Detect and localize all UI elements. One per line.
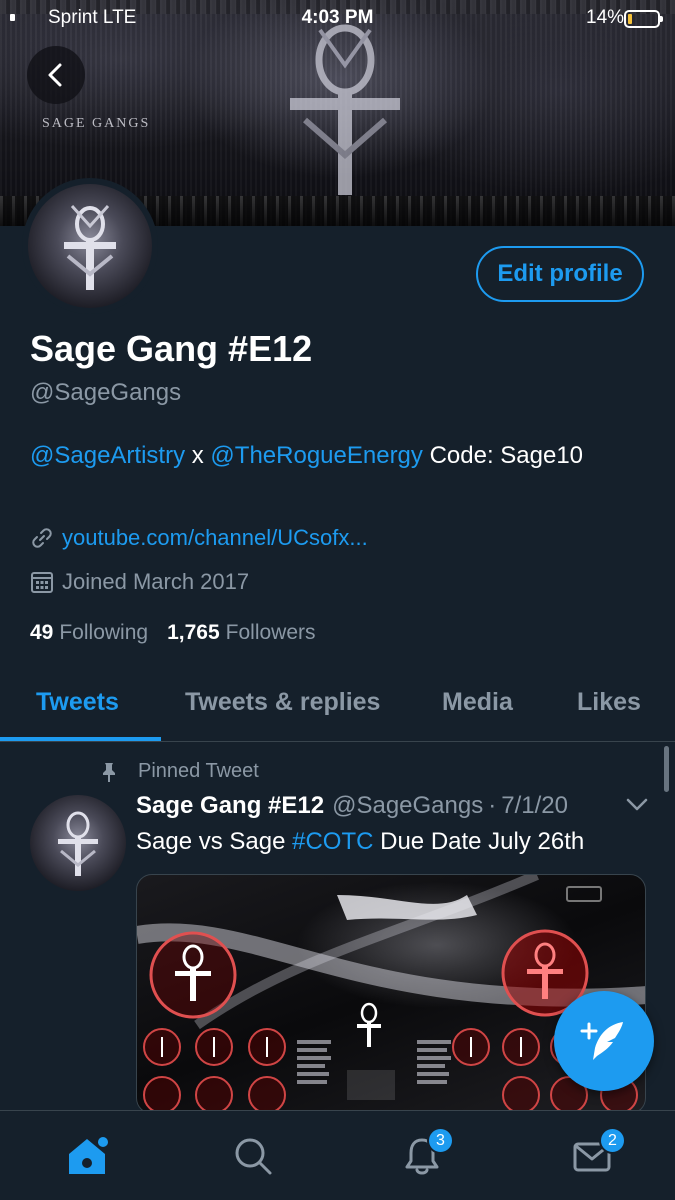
profile-avatar[interactable] — [22, 178, 158, 314]
tab-likes[interactable]: Likes — [577, 688, 641, 717]
followers-link[interactable]: 1,765 Followers — [167, 621, 315, 645]
avatar-ankh-graphic — [64, 204, 116, 290]
following-label: Following — [59, 621, 149, 644]
followers-count: 1,765 — [167, 621, 220, 644]
avatar-image — [28, 184, 152, 308]
bio-mention-therogueenergy[interactable]: @TheRogueEnergy — [210, 442, 422, 469]
followers-label: Followers — [225, 621, 316, 644]
profile-link-row: youtube.com/channel/UCsofx... — [30, 525, 368, 551]
display-name: Sage Gang #E12 — [30, 328, 313, 369]
tweet-hashtag-cotc[interactable]: #COTC — [292, 828, 373, 855]
battery-icon — [624, 10, 663, 28]
compose-feather-icon — [580, 1022, 623, 1060]
tweet-avatar-ankh-graphic — [58, 811, 98, 876]
tweet-text-part2: Due Date July 26th — [373, 828, 585, 855]
tweet-menu-button[interactable] — [626, 798, 648, 817]
edit-profile-button[interactable]: Edit profile — [476, 246, 644, 302]
tab-media[interactable]: Media — [442, 688, 513, 717]
bio-mention-sageartistry[interactable]: @SageArtistry — [30, 442, 185, 469]
tweet-text-part1: Sage vs Sage — [136, 828, 293, 855]
tweet-text: Sage vs Sage #COTC Due Date July 26th — [136, 828, 584, 856]
nav-messages[interactable]: 2 — [567, 1127, 626, 1181]
banner-ankh-graphic — [290, 24, 400, 195]
nav-search[interactable] — [228, 1131, 278, 1181]
calendar-icon — [31, 572, 53, 593]
banner-caption: SAGE GANGS — [42, 116, 151, 131]
scrollbar[interactable] — [664, 746, 669, 792]
pinned-label: Pinned Tweet — [138, 760, 259, 782]
profile-screen: SAGE GANGS Sprint LTE 4:03 PM 14% Edit p… — [0, 0, 675, 1200]
battery-percent: 14% — [586, 7, 625, 28]
following-count: 49 — [30, 621, 54, 644]
joined-date: Joined March 2017 — [62, 569, 250, 594]
home-icon — [69, 1137, 108, 1174]
profile-bio: @SageArtistry x @TheRogueEnergy Code: Sa… — [30, 437, 630, 474]
bottom-navigation: 3 2 — [0, 1110, 675, 1200]
chevron-down-icon — [626, 798, 648, 811]
tweet-author-handle: @SageGangs — [332, 792, 484, 819]
nav-notifications[interactable]: 3 — [397, 1127, 454, 1181]
bio-text: Code: Sage10 — [422, 442, 584, 469]
tweet-header: Sage Gang #E12 @SageGangs · 7/1/20 — [136, 792, 651, 820]
compose-tweet-button[interactable] — [554, 991, 654, 1091]
profile-tabs: Tweets Tweets & replies Media Likes — [0, 668, 675, 742]
nav-home[interactable] — [62, 1131, 112, 1181]
tab-tweets[interactable]: Tweets — [36, 688, 119, 717]
profile-website-link[interactable]: youtube.com/channel/UCsofx... — [62, 525, 368, 551]
notifications-badge: 3 — [427, 1127, 454, 1154]
tab-tweets-and-replies[interactable]: Tweets & replies — [185, 688, 380, 717]
profile-handle: @SageGangs — [30, 379, 182, 406]
active-tab-indicator — [0, 737, 161, 741]
pinned-indicator: Pinned Tweet — [100, 760, 259, 783]
clock: 4:03 PM — [301, 7, 374, 28]
back-button[interactable] — [27, 46, 85, 104]
tweet-author-avatar[interactable] — [30, 795, 126, 891]
follow-stats: 49 Following 1,765 Followers — [30, 621, 335, 645]
tweet-author-name[interactable]: Sage Gang #E12 — [136, 792, 324, 820]
bio-separator: x — [185, 442, 211, 469]
search-icon — [235, 1138, 272, 1175]
chevron-left-icon — [48, 63, 62, 87]
link-icon — [32, 528, 52, 548]
tweet-date[interactable]: 7/1/20 — [501, 792, 568, 820]
following-link[interactable]: 49 Following — [30, 621, 148, 645]
joined-row: Joined March 2017 — [30, 569, 249, 595]
messages-badge: 2 — [599, 1127, 626, 1154]
pin-icon — [103, 762, 115, 782]
battery-level-fill — [628, 14, 632, 24]
status-bar: Sprint LTE 4:03 PM 14% — [0, 0, 675, 36]
tweet-meta-dot: · — [488, 792, 497, 819]
